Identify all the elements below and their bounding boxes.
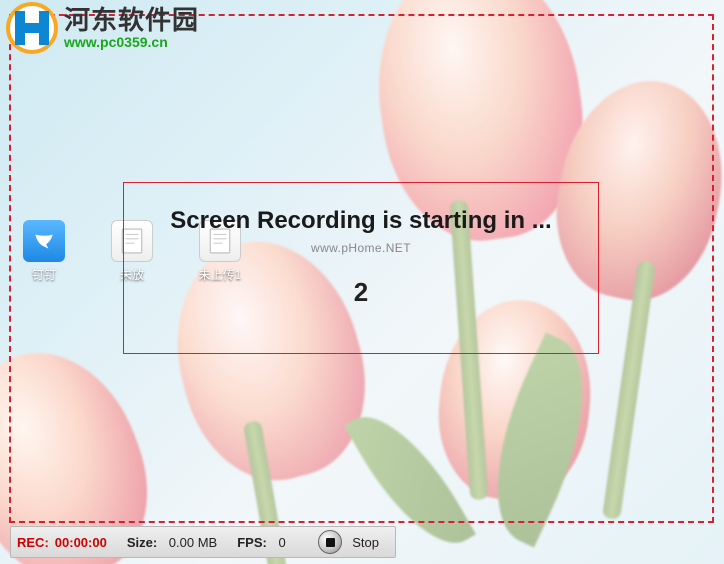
desktop-icon-label: 钉钉 [32,266,56,283]
countdown-seconds: 2 [354,277,368,308]
desktop-icon-dingding[interactable]: 钉钉 [14,220,74,283]
fps-value: 0 [278,535,285,550]
site-watermark: 河东软件园 www.pc0359.cn [6,2,199,54]
stop-button[interactable]: Stop [316,528,389,556]
countdown-dialog: Screen Recording is starting in ... www.… [123,182,599,354]
stop-icon [318,530,342,554]
site-name: 河东软件园 [64,6,199,35]
rec-label: REC: [17,535,49,550]
center-watermark: www.pHome.NET [311,241,411,255]
site-logo-icon [6,2,58,54]
rec-time-value: 00:00:00 [55,535,107,550]
size-value: 0.00 MB [169,535,217,550]
size-label: Size: [127,535,157,550]
fps-label: FPS: [237,535,267,550]
site-url: www.pc0359.cn [64,35,199,50]
countdown-message: Screen Recording is starting in ... [170,207,551,235]
dingding-icon [23,220,65,262]
stop-button-label: Stop [352,535,379,550]
recording-toolbar[interactable]: REC: 00:00:00 Size: 0.00 MB FPS: 0 Stop [10,526,396,558]
